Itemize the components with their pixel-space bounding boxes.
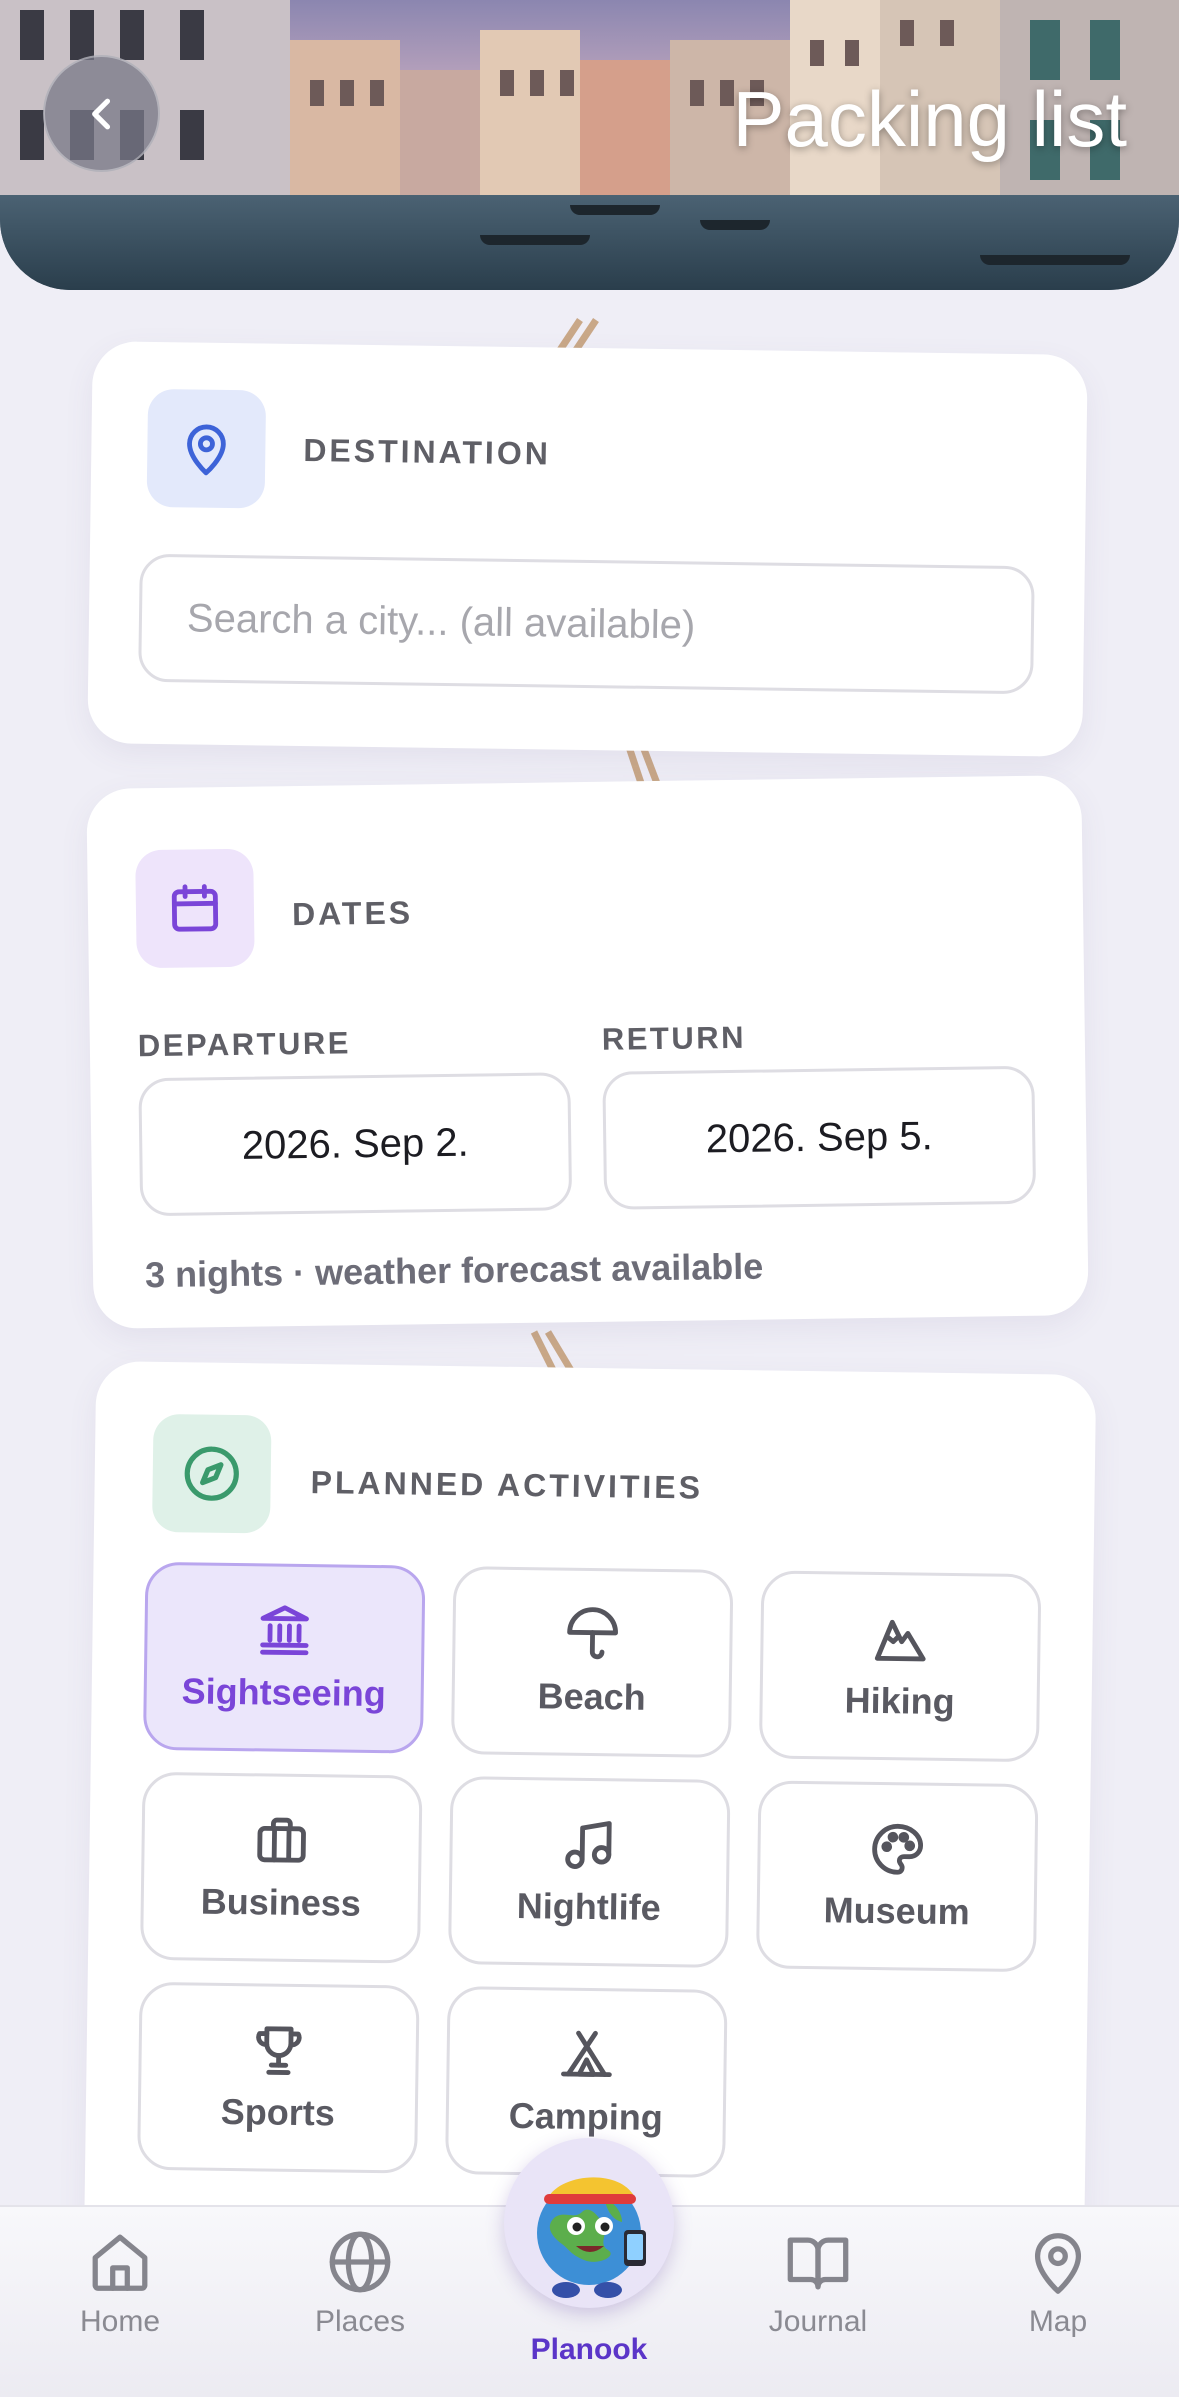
activity-label: Museum — [823, 1889, 971, 1933]
activity-business[interactable]: Business — [139, 1771, 423, 1964]
return-date-field[interactable]: 2026. Sep 5. — [602, 1065, 1037, 1210]
activity-label: Business — [200, 1880, 362, 1924]
calendar-icon — [171, 884, 219, 932]
hero-gondola — [980, 255, 1130, 265]
nav-item-planook[interactable]: Planook — [489, 2325, 689, 2367]
destination-search-input[interactable]: Search a city... (all available) — [138, 553, 1035, 695]
activity-sightseeing[interactable]: Sightseeing — [142, 1561, 426, 1754]
destination-icon-tile — [146, 388, 267, 509]
dates-label: DATES — [291, 894, 414, 933]
map-pin-icon — [1034, 2233, 1082, 2294]
nav-label: Home — [79, 2305, 161, 2338]
departure-label: DEPARTURE — [137, 1025, 352, 1064]
tent-icon — [561, 2030, 612, 2078]
destination-label: DESTINATION — [303, 432, 552, 472]
planook-mascot-button[interactable] — [504, 2138, 674, 2308]
return-label: RETURN — [601, 1019, 747, 1057]
mascot-icon — [537, 2177, 646, 2298]
palette-icon — [872, 1823, 924, 1875]
landmark-icon — [260, 1605, 309, 1656]
music-icon — [565, 1821, 612, 1869]
hero-gondola — [700, 220, 770, 230]
activity-hiking[interactable]: Hiking — [758, 1570, 1042, 1763]
trip-summary: 3 nights · weather forecast available — [144, 1245, 764, 1296]
map-pin-icon — [187, 424, 226, 476]
nav-label: Map — [1028, 2305, 1088, 2338]
nav-label: Planook — [530, 2333, 648, 2366]
departure-date-field[interactable]: 2026. Sep 2. — [138, 1072, 573, 1217]
activity-beach[interactable]: Beach — [450, 1566, 734, 1758]
activity-label: Nightlife — [516, 1884, 662, 1928]
nav-item-map[interactable]: Map — [958, 2227, 1158, 2339]
trophy-icon — [256, 2026, 302, 2075]
nav-item-journal[interactable]: Journal — [718, 2227, 918, 2339]
compass-icon — [184, 1446, 239, 1501]
activity-museum[interactable]: Museum — [755, 1780, 1039, 1973]
chevron-left-icon — [91, 98, 110, 129]
destination-placeholder: Search a city... (all available) — [186, 595, 696, 648]
activity-label: Sightseeing — [181, 1670, 387, 1715]
hero-gondola — [480, 235, 590, 245]
activity-nightlife[interactable]: Nightlife — [447, 1776, 731, 1968]
activity-label: Camping — [508, 2094, 664, 2139]
nav-item-home[interactable]: Home — [20, 2227, 220, 2339]
mountain-icon — [874, 1619, 926, 1662]
activities-icon-tile — [151, 1413, 272, 1534]
book-icon — [787, 2237, 849, 2290]
back-button[interactable] — [43, 55, 160, 172]
activities-label: PLANNED ACTIVITIES — [310, 1464, 704, 1506]
nav-label: Places — [314, 2305, 406, 2338]
umbrella-icon — [567, 1607, 618, 1660]
briefcase-icon — [257, 1817, 306, 1863]
destination-card: DESTINATION Search a city... (all availa… — [87, 341, 1088, 757]
activity-label: Beach — [537, 1675, 647, 1718]
activity-sports[interactable]: Sports — [137, 1981, 420, 2174]
globe-icon — [329, 2231, 391, 2293]
activity-label: Sports — [220, 2090, 336, 2134]
activity-label: Hiking — [844, 1679, 955, 1723]
nav-item-places[interactable]: Places — [260, 2227, 460, 2339]
dates-icon-tile — [135, 848, 255, 969]
page-title: Packing list — [732, 75, 1128, 163]
dates-card: DATES DEPARTURE 2026. Sep 2. RETURN 2026… — [86, 775, 1089, 1329]
hero-gondola — [570, 205, 660, 215]
return-date-value: 2026. Sep 5. — [705, 1113, 933, 1161]
nav-label: Journal — [768, 2305, 868, 2338]
departure-date-value: 2026. Sep 2. — [241, 1120, 469, 1168]
home-icon — [92, 2234, 148, 2291]
